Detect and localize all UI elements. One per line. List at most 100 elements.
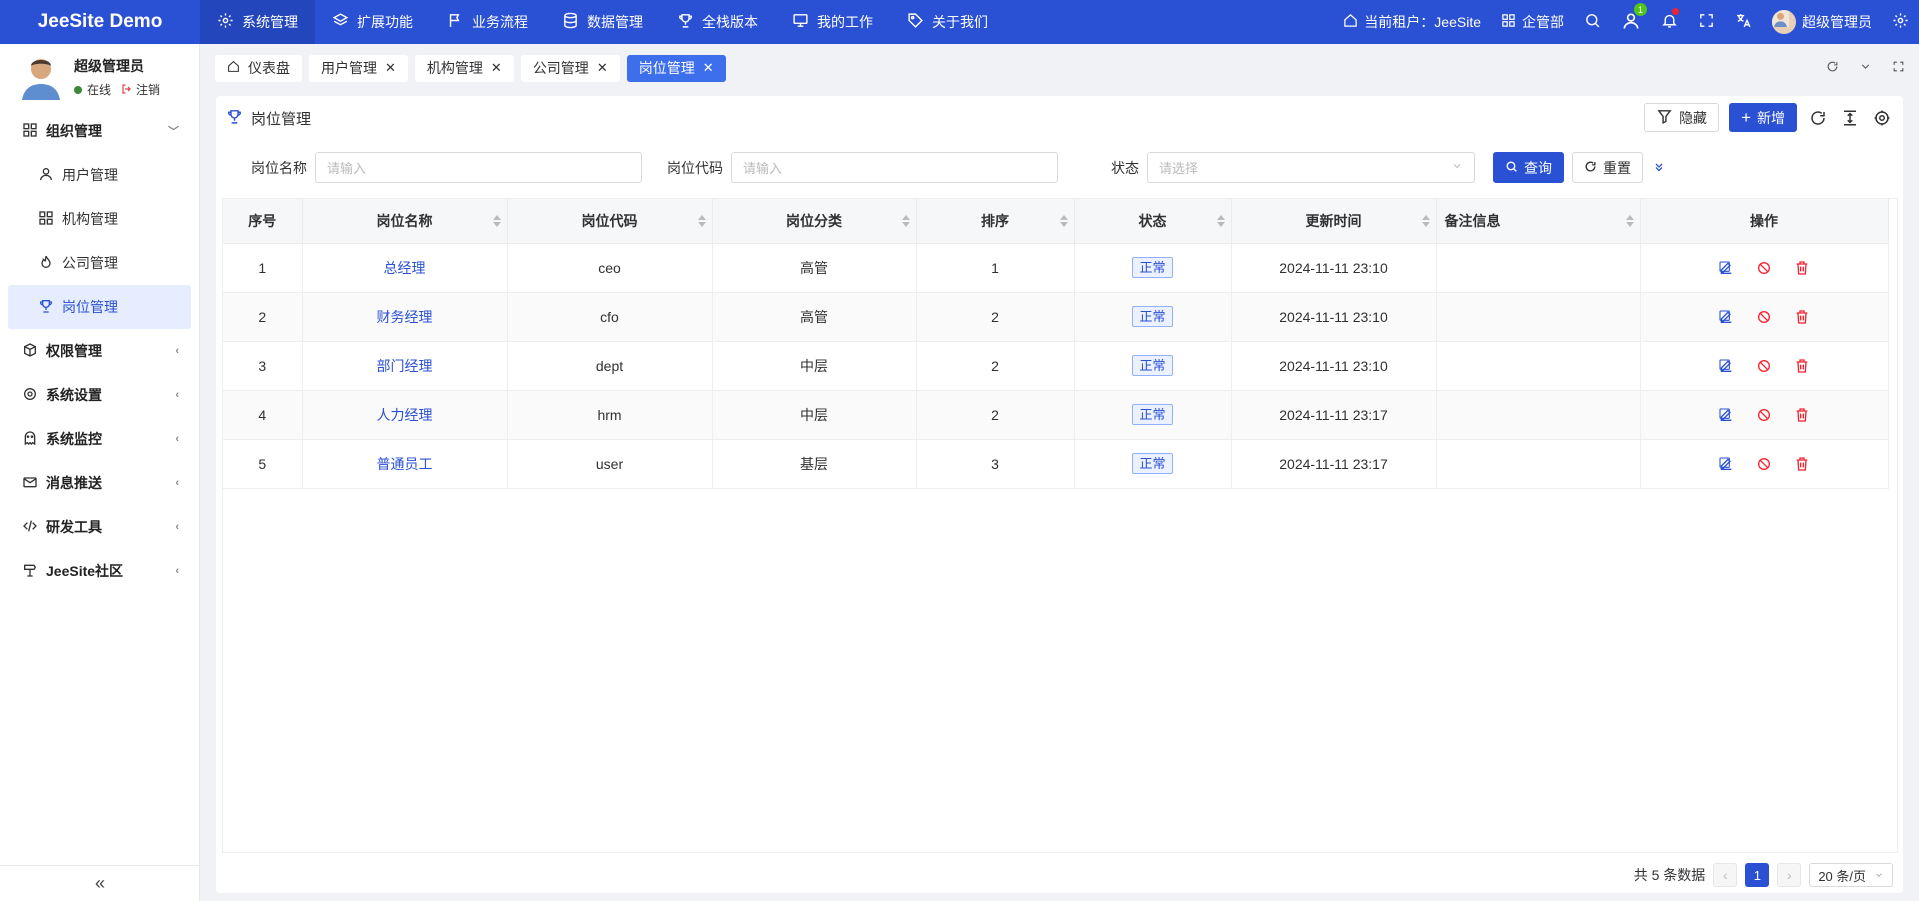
cell-post-name[interactable]: 总经理 — [302, 243, 508, 293]
refresh-icon[interactable] — [1807, 107, 1829, 129]
page-number[interactable]: 1 — [1745, 863, 1770, 887]
prev-page-button[interactable]: ‹ — [1713, 863, 1738, 887]
tab-posts[interactable]: 岗位管理 ✕ — [626, 54, 726, 82]
delete-icon[interactable] — [1794, 456, 1810, 472]
disable-icon[interactable] — [1756, 456, 1772, 472]
expand-search-icon[interactable] — [1653, 160, 1665, 176]
search-button[interactable] — [1574, 0, 1611, 44]
table-row[interactable]: 5 普通员工 user 基层 3 正常 2024-11-11 23:17 — [223, 439, 1889, 489]
topnav-item-data[interactable]: 数据管理 — [545, 0, 660, 44]
app-logo[interactable]: JeeSite Demo — [0, 0, 200, 44]
table-row[interactable]: 4 人力经理 hrm 中层 2 正常 2024-11-11 23:17 — [223, 390, 1889, 440]
online-status: 在线 — [74, 81, 111, 98]
col-status[interactable]: 状态 — [1074, 199, 1232, 244]
column-height-icon[interactable] — [1839, 107, 1861, 129]
settings-button[interactable] — [1882, 0, 1919, 44]
col-post-code[interactable]: 岗位代码 — [507, 199, 713, 244]
topnav-item-flow[interactable]: 业务流程 — [430, 0, 545, 44]
cell-post-name[interactable]: 部门经理 — [302, 341, 508, 391]
chevron-down-icon[interactable] — [1859, 60, 1872, 76]
cell-remark — [1436, 341, 1641, 391]
cell-post-name[interactable]: 普通员工 — [302, 439, 508, 489]
tab-users[interactable]: 用户管理 ✕ — [309, 54, 408, 82]
table-row[interactable]: 2 财务经理 cfo 高管 2 正常 2024-11-11 23:10 — [223, 292, 1889, 342]
cell-remark — [1436, 439, 1641, 489]
reset-button[interactable]: 重置 — [1572, 152, 1643, 183]
topnav-item-system[interactable]: 系统管理 — [200, 0, 315, 44]
header-right: 当前租户：JeeSite 企管部 1 超级管理员 — [1333, 0, 1919, 44]
close-icon[interactable]: ✕ — [597, 60, 608, 76]
cell-post-name[interactable]: 人力经理 — [302, 390, 508, 440]
edit-icon[interactable] — [1718, 309, 1734, 325]
cell-post-name[interactable]: 财务经理 — [302, 292, 508, 342]
online-users-button[interactable]: 1 — [1611, 0, 1651, 44]
fullscreen-icon[interactable] — [1892, 60, 1905, 76]
table-row[interactable]: 1 总经理 ceo 高管 1 正常 2024-11-11 23:10 — [223, 243, 1889, 293]
topnav-item-fullstack[interactable]: 全栈版本 — [660, 0, 775, 44]
cell-status: 正常 — [1074, 292, 1232, 342]
sidebar-collapse-button[interactable]: « — [0, 865, 200, 901]
topnav-item-extend[interactable]: 扩展功能 — [315, 0, 430, 44]
edit-icon[interactable] — [1718, 260, 1734, 276]
cell-index: 5 — [223, 439, 303, 489]
sidebar-item-posts[interactable]: 岗位管理 — [8, 285, 191, 329]
sidebar-item-label: 机构管理 — [62, 211, 118, 227]
close-icon[interactable]: ✕ — [491, 60, 502, 76]
post-name-input[interactable]: 请输入 — [315, 152, 642, 183]
logout-link[interactable]: 注销 — [121, 81, 160, 98]
topnav-item-about[interactable]: 关于我们 — [890, 0, 1005, 44]
col-sort[interactable]: 排序 — [916, 199, 1075, 244]
page-size-select[interactable]: 20 条/页 — [1809, 863, 1893, 887]
tab-label: 仪表盘 — [248, 60, 290, 76]
sidebar-item-settings[interactable]: 系统设置 ‹ — [0, 373, 199, 417]
sidebar-item-community[interactable]: JeeSite社区 ‹ — [0, 549, 199, 593]
col-remark[interactable]: 备注信息 — [1436, 199, 1641, 244]
column-settings-icon[interactable] — [1871, 107, 1893, 129]
user-menu[interactable]: 超级管理员 — [1762, 0, 1882, 44]
notification-button[interactable] — [1651, 0, 1688, 44]
edit-icon[interactable] — [1718, 407, 1734, 423]
sidebar-item-monitor[interactable]: 系统监控 ‹ — [0, 417, 199, 461]
delete-icon[interactable] — [1794, 260, 1810, 276]
sidebar-item-label: JeeSite社区 — [46, 563, 124, 579]
tab-offices[interactable]: 机构管理 ✕ — [414, 54, 514, 82]
refresh-icon[interactable] — [1826, 60, 1839, 76]
sidebar-item-devtools[interactable]: 研发工具 ‹ — [0, 505, 199, 549]
close-icon[interactable]: ✕ — [385, 60, 396, 76]
language-button[interactable] — [1725, 0, 1762, 44]
status-label: 状态 — [1111, 159, 1139, 176]
next-page-button[interactable]: › — [1777, 863, 1802, 887]
edit-icon[interactable] — [1718, 358, 1734, 374]
add-post-button[interactable]: + 新增 — [1729, 103, 1797, 132]
delete-icon[interactable] — [1794, 407, 1810, 423]
org-switch[interactable]: 企管部 — [1491, 0, 1574, 44]
sidebar-item-users[interactable]: 用户管理 — [0, 153, 199, 197]
post-code-input[interactable]: 请输入 — [731, 152, 1058, 183]
col-post-name[interactable]: 岗位名称 — [302, 199, 508, 244]
delete-icon[interactable] — [1794, 358, 1810, 374]
tab-companies[interactable]: 公司管理 ✕ — [520, 54, 620, 82]
hide-search-button[interactable]: 隐藏 — [1644, 103, 1720, 132]
topnav-item-mywork[interactable]: 我的工作 — [775, 0, 890, 44]
disable-icon[interactable] — [1756, 407, 1772, 423]
trophy-icon — [38, 298, 54, 317]
close-icon[interactable]: ✕ — [703, 60, 714, 76]
sidebar-item-permissions[interactable]: 权限管理 ‹ — [0, 329, 199, 373]
query-button[interactable]: 查询 — [1493, 152, 1564, 183]
sidebar-item-messages[interactable]: 消息推送 ‹ — [0, 461, 199, 505]
sidebar-item-org[interactable]: 组织管理 ﹀ — [0, 109, 199, 153]
col-updated[interactable]: 更新时间 — [1231, 199, 1437, 244]
disable-icon[interactable] — [1756, 260, 1772, 276]
fullscreen-button[interactable] — [1688, 0, 1725, 44]
edit-icon[interactable] — [1718, 456, 1734, 472]
sidebar-item-offices[interactable]: 机构管理 — [0, 197, 199, 241]
disable-icon[interactable] — [1756, 358, 1772, 374]
status-select[interactable]: 请选择 — [1147, 152, 1475, 183]
delete-icon[interactable] — [1794, 309, 1810, 325]
disable-icon[interactable] — [1756, 309, 1772, 325]
table-row[interactable]: 3 部门经理 dept 中层 2 正常 2024-11-11 23:10 — [223, 341, 1889, 391]
col-post-category[interactable]: 岗位分类 — [712, 199, 917, 244]
tenant-switch[interactable]: 当前租户：JeeSite — [1333, 0, 1491, 44]
sidebar-item-companies[interactable]: 公司管理 — [0, 241, 199, 285]
tab-dashboard[interactable]: 仪表盘 — [215, 54, 302, 82]
